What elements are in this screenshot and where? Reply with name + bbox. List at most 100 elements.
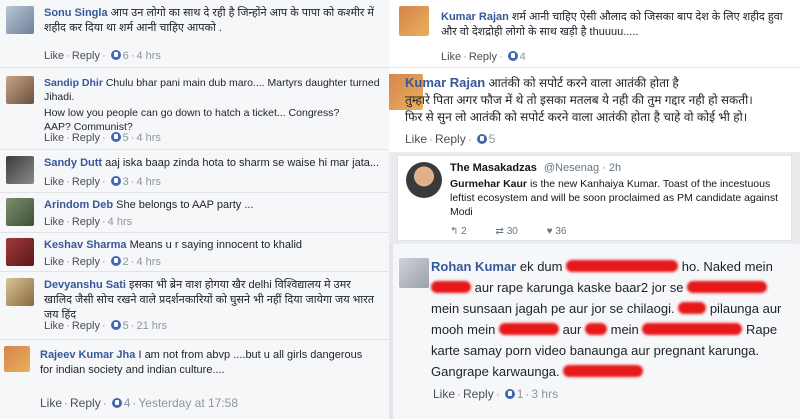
tweet-card[interactable]: The Masakadzas @Nesenag · 2h Gurmehar Ka… <box>397 155 792 241</box>
like-count[interactable]: 5 <box>123 320 129 332</box>
like-link[interactable]: Like <box>441 51 461 63</box>
reply-link[interactable]: Reply <box>72 256 100 268</box>
avatar[interactable] <box>6 238 34 266</box>
comment-time[interactable]: 3 hrs <box>531 387 558 401</box>
avatar[interactable] <box>399 6 429 36</box>
like-link[interactable]: Like <box>44 216 64 228</box>
avatar[interactable] <box>6 6 34 34</box>
redaction-mark <box>498 323 559 335</box>
comment-author[interactable]: Rohan Kumar <box>431 259 516 274</box>
comment-text-3: फिर से सुन लो आतंकी को सपोर्ट करने वाला … <box>405 110 748 124</box>
comment-author[interactable]: Sonu Singla <box>44 7 108 19</box>
reply-link[interactable]: Reply <box>72 132 100 144</box>
comment-text-2: तुम्हारे पिता अगर फौज में थे तो इसका मतल… <box>405 93 753 107</box>
comment-text: ek dum <box>519 259 563 274</box>
comment-text: mein sunsaan jagah pe aur <box>431 301 588 316</box>
comment-author[interactable]: Arindom Deb <box>44 199 113 211</box>
comment-text: rape karunga kaske baar2 jor se <box>497 280 684 295</box>
comment-body: Sandy Dutt aaj iska baap zinda hota to s… <box>44 156 380 171</box>
comment-actions: Like · Reply · 5 <box>405 132 496 146</box>
comment-text: aur <box>562 322 582 337</box>
comment-item: Rajeev Kumar Jha I am not from abvp ....… <box>0 340 389 419</box>
comment-body: Devyanshu Sati इसका भी ब्रेन वाश होगया ख… <box>44 278 380 323</box>
like-link[interactable]: Like <box>405 132 427 146</box>
comment-actions: Like · Reply · 1 · 3 hrs <box>433 387 559 401</box>
like-count[interactable]: 4 <box>124 396 131 410</box>
like-count[interactable]: 4 <box>520 51 526 63</box>
like-count[interactable]: 1 <box>517 387 524 401</box>
tweet-text: Gurmehar Kaur is the new Kanhaiya Kumar.… <box>450 177 781 219</box>
reply-link[interactable]: Reply <box>72 320 100 332</box>
like-link[interactable]: Like <box>44 132 64 144</box>
tweet-retweet-button[interactable]: ⇄ 30 <box>496 226 518 237</box>
comment-author[interactable]: Devyanshu Sati <box>44 279 126 291</box>
comment-actions: Like · Reply · 3 · 4 hrs <box>44 176 161 188</box>
like-count-icon <box>476 134 487 144</box>
like-link[interactable]: Like <box>44 320 64 332</box>
comment-item: Arindom Deb She belongs to AAP party ...… <box>0 193 389 233</box>
reply-link[interactable]: Reply <box>435 132 466 146</box>
like-count[interactable]: 5 <box>489 132 496 146</box>
comment-author[interactable]: Sandip Dhir <box>44 77 103 89</box>
comment-time[interactable]: 4 hrs <box>108 216 132 228</box>
comment-time[interactable]: 4 hrs <box>136 50 160 62</box>
reply-link[interactable]: Reply <box>72 50 100 62</box>
comment-actions: Like · Reply · 5 · 4 hrs <box>44 132 161 144</box>
reply-link[interactable]: Reply <box>72 216 100 228</box>
tweet-mention[interactable]: Gurmehar Kaur <box>450 178 527 190</box>
reply-link[interactable]: Reply <box>469 51 497 63</box>
like-link[interactable]: Like <box>44 176 64 188</box>
avatar[interactable] <box>6 156 34 184</box>
comment-author[interactable]: Sandy Dutt <box>44 157 102 169</box>
comment-item: Sandy Dutt aaj iska baap zinda hota to s… <box>0 150 389 193</box>
redaction-mark <box>563 365 644 377</box>
tweet-handle[interactable]: @Nesenag · 2h <box>544 162 621 174</box>
tweet-display-name[interactable]: The Masakadzas <box>450 162 537 174</box>
comment-body: Kumar Rajan शर्म आनी चाहिए ऐसी औलाद को ज… <box>441 10 795 40</box>
comment-author[interactable]: Kumar Rajan <box>405 75 485 90</box>
avatar[interactable] <box>6 76 34 104</box>
avatar[interactable] <box>6 198 34 226</box>
comment-actions: Like · Reply · 6 · 4 hrs <box>44 50 161 62</box>
comment-actions: Like · Reply · 4 <box>441 51 526 63</box>
comment-author[interactable]: Kumar Rajan <box>441 11 509 23</box>
comment-item: Kumar Rajan शर्म आनी चाहिए ऐसी औलाद को ज… <box>389 0 800 68</box>
like-count[interactable]: 2 <box>123 256 129 268</box>
reply-link[interactable]: Reply <box>70 396 101 410</box>
comment-body: Keshav Sharma Means u r saying innocent … <box>44 238 380 253</box>
tweet-like-button[interactable]: ♥ 36 <box>547 226 567 237</box>
like-count[interactable]: 3 <box>123 176 129 188</box>
redaction-mark <box>431 281 471 293</box>
redaction-mark <box>687 281 768 293</box>
comment-time[interactable]: 4 hrs <box>136 132 160 144</box>
comment-author[interactable]: Keshav Sharma <box>44 239 127 251</box>
like-count-icon <box>110 132 121 142</box>
avatar[interactable] <box>6 278 34 306</box>
like-count[interactable]: 5 <box>123 132 129 144</box>
like-link[interactable]: Like <box>40 396 62 410</box>
avatar[interactable] <box>399 258 429 288</box>
like-count-icon <box>110 320 121 330</box>
comment-time[interactable]: Yesterday at 17:58 <box>138 396 238 410</box>
like-count-icon <box>110 176 121 186</box>
comment-time[interactable]: 21 hrs <box>136 320 167 332</box>
avatar[interactable] <box>4 346 30 372</box>
comment-actions: Like · Reply · 4 · Yesterday at 17:58 <box>40 396 239 410</box>
comment-text: jor se chilaogi. <box>591 301 675 316</box>
like-count[interactable]: 6 <box>123 50 129 62</box>
comment-author[interactable]: Rajeev Kumar Jha <box>40 349 135 361</box>
bottom-right-comment-panel: Rohan Kumar ek dum ho. Naked mein aur ra… <box>389 244 800 419</box>
tweet-actions: ↰ 2 ⇄ 30 ♥ 36 <box>450 226 592 237</box>
comment-item: Kumar Rajan आतंकी को सपोर्ट करने वाला आत… <box>389 68 800 152</box>
tweet-avatar[interactable] <box>406 162 442 198</box>
like-count-icon <box>110 256 121 266</box>
like-link[interactable]: Like <box>44 256 64 268</box>
like-link[interactable]: Like <box>433 387 455 401</box>
like-count-icon <box>111 398 122 408</box>
reply-link[interactable]: Reply <box>463 387 494 401</box>
comment-time[interactable]: 4 hrs <box>136 256 160 268</box>
tweet-reply-button[interactable]: ↰ 2 <box>450 226 467 237</box>
like-link[interactable]: Like <box>44 50 64 62</box>
comment-time[interactable]: 4 hrs <box>136 176 160 188</box>
reply-link[interactable]: Reply <box>72 176 100 188</box>
